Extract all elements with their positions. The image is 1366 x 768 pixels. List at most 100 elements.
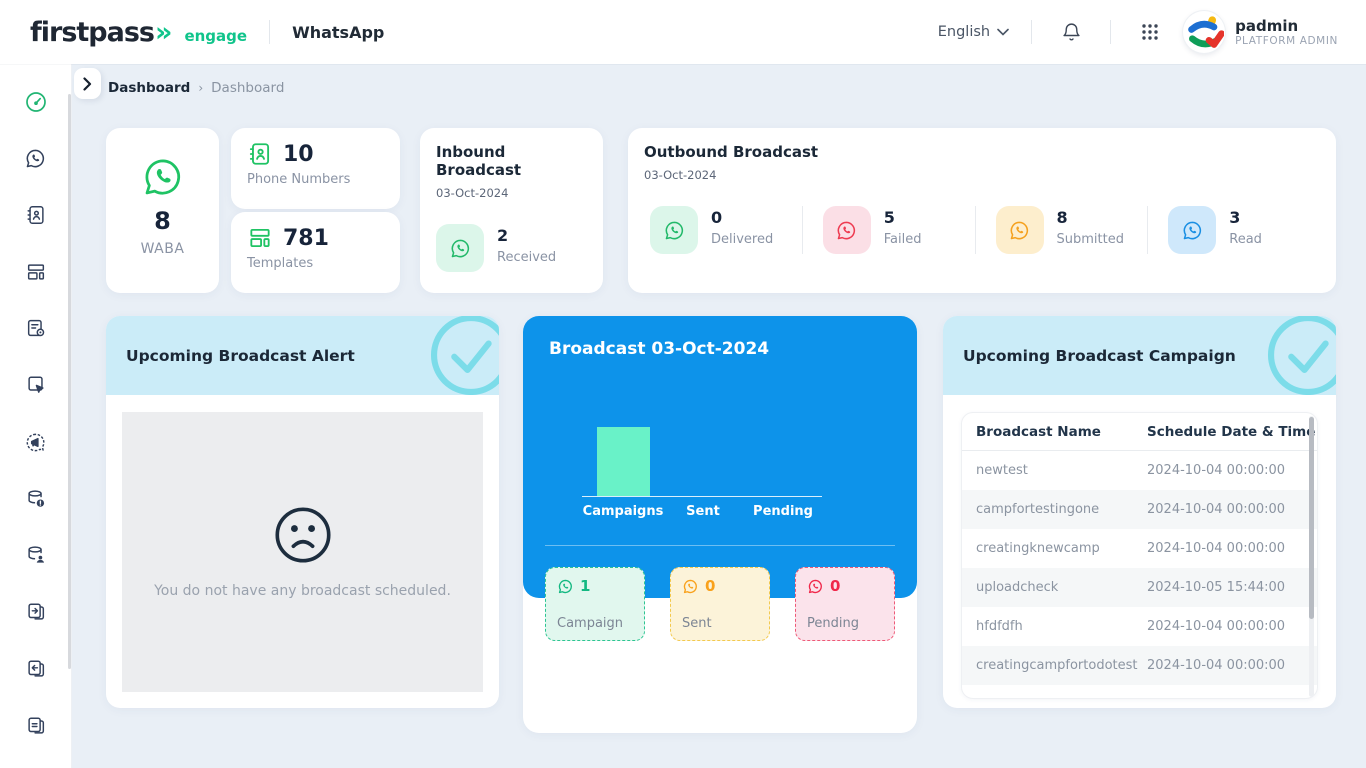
row-schedule: 2024-10-04 00:00:00 [1147,658,1285,673]
table-row[interactable]: newtest 2024-10-04 00:00:00 [962,451,1317,490]
sidebar-item-data-alerts-icon[interactable] [18,481,54,517]
language-label: English [938,24,990,40]
sent-summary-label: Sent [682,616,758,631]
whatsapp-icon [682,578,699,595]
app-title: WhatsApp [292,23,384,42]
sent-summary-count: 0 [705,577,715,595]
breadcrumb-current: Dashboard [211,80,284,96]
delivered-stat: 0 Delivered [644,206,802,254]
sidebar-expand-button[interactable] [74,68,101,99]
x-label-campaigns: Campaigns [583,504,664,519]
read-label: Read [1229,232,1262,247]
whatsapp-icon [1168,206,1216,254]
failed-count: 5 [884,208,922,227]
sidebar-scrollbar[interactable] [68,94,71,669]
sidebar-item-knowledge-export-icon[interactable] [18,367,54,403]
delivered-label: Delivered [711,232,773,247]
whatsapp-icon [141,155,185,199]
sidebar-item-dashboard-icon[interactable] [18,84,54,120]
phone-numbers-card: 10 Phone Numbers [231,128,400,209]
empty-broadcast-message: You do not have any broadcast scheduled. [154,583,451,599]
user-info[interactable]: padmin PLATFORM ADMIN [1235,17,1338,48]
contact-book-icon [247,141,273,167]
inbound-title: Inbound Broadcast [436,143,587,179]
divider [1031,20,1032,44]
received-count: 2 [497,226,556,245]
submitted-label: Submitted [1057,232,1124,247]
notifications-bell-icon[interactable] [1054,15,1088,49]
sad-face-icon [273,505,333,565]
read-stat: 3 Read [1147,206,1320,254]
table-row[interactable]: creatingcampfortodotest 2024-10-04 00:00… [962,646,1317,685]
whatsapp-icon [807,578,824,595]
outbound-date: 03-Oct-2024 [644,168,1320,182]
divider [1110,20,1111,44]
campaign-card-header: Upcoming Broadcast Campaign [943,316,1336,395]
table-scrollbar[interactable] [1309,417,1314,619]
main-content: Dashboard › Dashboard 8 WABA 10 Phone Nu… [72,64,1366,768]
column-schedule: Schedule Date & Time [1147,424,1315,440]
breadcrumb: Dashboard › Dashboard [108,80,284,96]
outbound-broadcast-card: Outbound Broadcast 03-Oct-2024 0 Deliver… [628,128,1336,293]
column-broadcast-name: Broadcast Name [962,424,1147,440]
sidebar-item-reports-icon[interactable] [18,708,54,744]
templates-card: 781 Templates [231,212,400,293]
waba-card: 8 WABA [106,128,219,293]
alert-card-title: Upcoming Broadcast Alert [126,347,355,365]
whatsapp-icon [823,206,871,254]
sent-summary-card: 0 Sent [670,567,770,641]
apps-grid-icon[interactable] [1133,15,1167,49]
campaign-table: Broadcast Name Schedule Date & Time newt… [961,412,1318,699]
failed-label: Failed [884,232,922,247]
campaign-table-header: Broadcast Name Schedule Date & Time [962,413,1317,451]
breadcrumb-separator-icon: › [198,81,203,95]
sidebar-item-file-export-icon[interactable] [18,594,54,630]
pending-summary-card: 0 Pending [795,567,895,641]
row-name: campfortestingone [962,502,1147,517]
row-name: uploadcheck [962,580,1147,595]
sidebar-nav [0,64,72,768]
campaign-summary-card: 1 Campaign [545,567,645,641]
x-label-sent: Sent [686,504,720,519]
phone-numbers-label: Phone Numbers [247,172,384,187]
table-row[interactable]: uploadcheck 2024-10-05 15:44:00 [962,568,1317,607]
chevron-down-icon [997,28,1009,36]
whatsapp-icon [557,578,574,595]
table-row[interactable]: creatingknewcamp 2024-10-04 00:00:00 [962,529,1317,568]
sidebar-item-contacts-icon[interactable] [18,197,54,233]
table-row[interactable]: campfortestingone 2024-10-04 00:00:00 [962,490,1317,529]
failed-stat: 5 Failed [802,206,975,254]
logo-chevrons-icon: » [155,17,172,48]
table-row[interactable]: hfdfdfh 2024-10-04 00:00:00 [962,607,1317,646]
user-role: PLATFORM ADMIN [1235,35,1338,47]
templates-count: 781 [283,226,329,251]
sidebar-item-whatsapp-icon[interactable] [18,140,54,176]
upcoming-broadcast-campaign-card: Upcoming Broadcast Campaign Broadcast Na… [943,316,1336,708]
delivered-count: 0 [711,208,773,227]
empty-broadcast-panel: You do not have any broadcast scheduled. [122,412,483,692]
divider [269,20,270,44]
whatsapp-icon [436,224,484,272]
phone-numbers-count: 10 [283,142,314,167]
sidebar-item-templates-icon[interactable] [18,254,54,290]
waba-count: 8 [154,207,171,235]
language-selector[interactable]: English [938,24,1009,40]
firstpass-logo[interactable]: firstpass » engage [30,17,247,48]
alert-card-header: Upcoming Broadcast Alert [106,316,499,395]
logo-text: firstpass [30,17,154,48]
templates-label: Templates [247,256,384,271]
submitted-count: 8 [1057,208,1124,227]
broadcast-chart-title: Broadcast 03-Oct-2024 [549,339,769,359]
received-label: Received [497,250,556,265]
sidebar-item-audience-data-icon[interactable] [18,537,54,573]
sidebar-item-file-import-icon[interactable] [18,651,54,687]
breadcrumb-root[interactable]: Dashboard [108,80,190,96]
avatar[interactable] [1183,11,1225,53]
sidebar-item-campaign-form-icon[interactable] [18,310,54,346]
waba-label: WABA [141,241,185,257]
broadcast-bar-chart [582,428,822,497]
templates-icon [247,225,273,251]
campaign-card-title: Upcoming Broadcast Campaign [963,347,1236,365]
row-schedule: 2024-10-04 00:00:00 [1147,541,1285,556]
sidebar-item-announcements-icon[interactable] [18,424,54,460]
